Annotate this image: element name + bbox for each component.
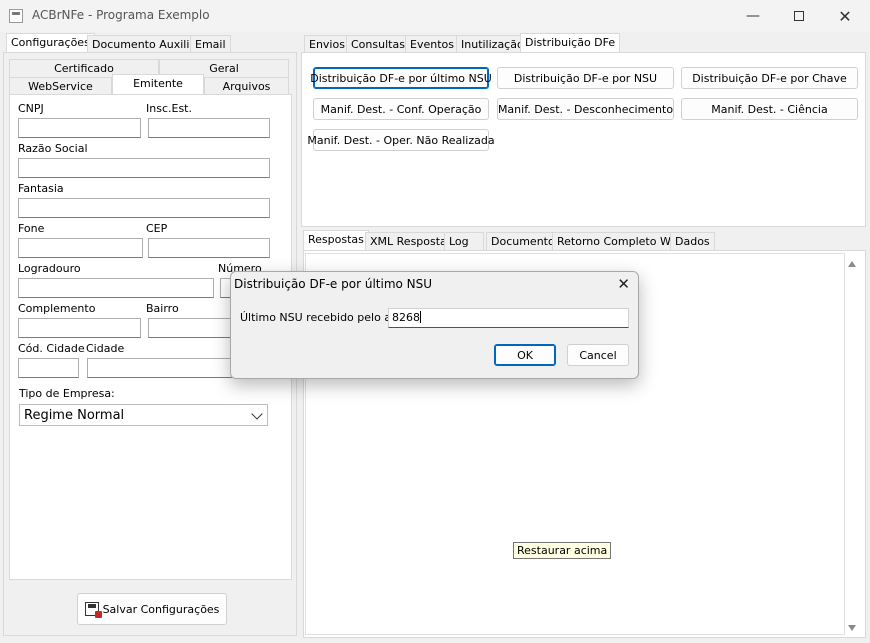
tab-email[interactable]: Email bbox=[190, 35, 231, 53]
nsu-input[interactable]: 8268 bbox=[388, 308, 629, 328]
tab-eventos[interactable]: Eventos bbox=[405, 35, 459, 53]
manif-desconhecimento-button[interactable]: Manif. Dest. - Desconhecimento bbox=[497, 98, 674, 120]
tab-retorno-completo-ws[interactable]: Retorno Completo WS bbox=[552, 232, 683, 250]
manif-oper-nao-realizada-button[interactable]: Manif. Dest. - Oper. Não Realizada bbox=[307, 129, 495, 151]
save-icon bbox=[84, 602, 102, 618]
fantasia-label: Fantasia bbox=[18, 182, 64, 195]
dialog-title: Distribuição DF-e por último NSU bbox=[234, 277, 433, 291]
tab-configuracoes[interactable]: Configurações bbox=[6, 33, 95, 53]
tab-dados[interactable]: Dados bbox=[670, 232, 715, 250]
chevron-down-icon bbox=[251, 408, 263, 420]
cnpj-label: CNPJ bbox=[18, 102, 44, 115]
cnpj-input[interactable] bbox=[18, 118, 141, 138]
tab-documento[interactable]: Documento bbox=[486, 232, 560, 250]
tab-documento-auxiliar[interactable]: Documento Auxiliar bbox=[87, 35, 206, 53]
scroll-down-icon[interactable] bbox=[848, 625, 856, 631]
razao-social-input[interactable] bbox=[18, 158, 270, 178]
razao-social-label: Razão Social bbox=[18, 142, 88, 155]
tipo-empresa-select[interactable]: Regime Normal bbox=[19, 404, 268, 426]
window-title: ACBrNFe - Programa Exemplo bbox=[32, 8, 210, 22]
app-icon bbox=[9, 9, 23, 23]
tipo-empresa-value: Regime Normal bbox=[24, 407, 125, 423]
dist-ultimo-nsu-button[interactable]: Distribuição DF-e por último NSU bbox=[310, 67, 492, 89]
tab-xml-resposta[interactable]: XML Resposta bbox=[365, 232, 452, 250]
fone-label: Fone bbox=[18, 222, 45, 235]
text-caret bbox=[420, 311, 421, 323]
cep-input[interactable] bbox=[148, 238, 270, 258]
dialog-close-icon[interactable]: ✕ bbox=[617, 275, 630, 293]
tab-inutilizacao[interactable]: Inutilização bbox=[456, 35, 529, 53]
cidade-input[interactable] bbox=[87, 358, 232, 378]
fone-input[interactable] bbox=[18, 238, 143, 258]
tab-respostas[interactable]: Respostas bbox=[303, 230, 369, 250]
logradouro-input[interactable] bbox=[18, 278, 214, 298]
nsu-input-value: 8268 bbox=[392, 311, 420, 324]
ok-button[interactable]: OK bbox=[494, 344, 556, 366]
insc-est-input[interactable] bbox=[148, 118, 270, 138]
dist-chave-button[interactable]: Distribuição DF-e por Chave bbox=[681, 67, 858, 89]
insc-est-label: Insc.Est. bbox=[146, 102, 192, 115]
tab-emitente[interactable]: Emitente bbox=[112, 74, 204, 94]
cod-cidade-label: Cód. Cidade bbox=[18, 342, 85, 355]
tipo-empresa-label: Tipo de Empresa: bbox=[19, 387, 115, 400]
tab-webservice[interactable]: WebService bbox=[9, 77, 112, 95]
bairro-input[interactable] bbox=[148, 318, 232, 338]
minimize-icon[interactable]: — bbox=[730, 0, 776, 32]
complemento-label: Complemento bbox=[18, 302, 96, 315]
logradouro-label: Logradouro bbox=[18, 262, 81, 275]
tooltip: Restaurar acima bbox=[513, 542, 612, 559]
maximize-icon[interactable] bbox=[776, 0, 822, 32]
tab-envios[interactable]: Envios bbox=[304, 35, 350, 53]
nsu-dialog: Distribuição DF-e por último NSU ✕ Últim… bbox=[230, 271, 639, 379]
manif-ciencia-button[interactable]: Manif. Dest. - Ciência bbox=[681, 98, 858, 120]
tab-log[interactable]: Log bbox=[444, 232, 484, 250]
fantasia-input[interactable] bbox=[18, 198, 270, 218]
save-config-label: Salvar Configurações bbox=[102, 602, 220, 616]
save-config-button[interactable]: Salvar Configurações bbox=[77, 593, 227, 625]
cidade-label: Cidade bbox=[86, 342, 125, 355]
nsu-label: Último NSU recebido pelo ator bbox=[240, 311, 407, 324]
cancel-button[interactable]: Cancel bbox=[567, 344, 629, 366]
close-icon[interactable]: ✕ bbox=[822, 0, 868, 32]
scroll-up-icon[interactable] bbox=[848, 261, 856, 267]
cep-label: CEP bbox=[146, 222, 168, 235]
tab-distribuicao-dfe[interactable]: Distribuição DFe bbox=[520, 33, 621, 53]
tab-consultas[interactable]: Consultas bbox=[346, 35, 410, 53]
tab-arquivos[interactable]: Arquivos bbox=[204, 77, 289, 95]
cod-cidade-input[interactable] bbox=[18, 358, 79, 378]
complemento-input[interactable] bbox=[18, 318, 141, 338]
manif-conf-operacao-button[interactable]: Manif. Dest. - Conf. Operação bbox=[313, 98, 489, 120]
bairro-label: Bairro bbox=[146, 302, 179, 315]
dist-nsu-button[interactable]: Distribuição DF-e por NSU bbox=[497, 67, 674, 89]
